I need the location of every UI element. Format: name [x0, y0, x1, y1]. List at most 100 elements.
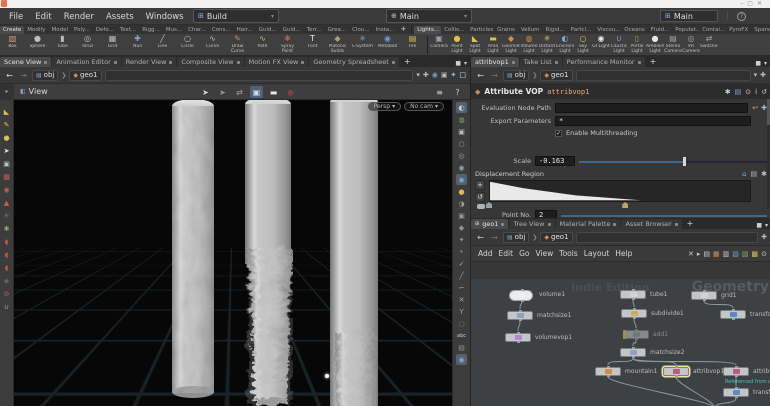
tab-close-icon[interactable] [638, 61, 641, 64]
forward-button[interactable]: → [489, 71, 500, 80]
tab-close-icon[interactable] [613, 223, 616, 226]
objects-icon[interactable]: ▣ [441, 71, 448, 79]
jump-arrow-icon[interactable]: ↩ [752, 104, 758, 112]
viewport-canvas[interactable]: Persp▾ No cam▾ [14, 100, 452, 406]
pane-tab-render-view[interactable]: Render View [122, 57, 177, 67]
list-icon[interactable]: ▤ [703, 250, 710, 258]
shelf-tab-mus[interactable]: Mus... [163, 26, 185, 34]
shelf-tab-guid[interactable]: Guid... [256, 26, 280, 34]
character-icon[interactable]: ✦ [451, 71, 457, 79]
select-arrow-icon[interactable]: ➤ [1, 145, 12, 156]
node-subdivide1[interactable] [621, 309, 647, 318]
disable-snap-icon[interactable]: ⊘ [1, 288, 12, 299]
shelf-tab-particles[interactable]: Particles [467, 26, 494, 34]
pane-tab-tree-view[interactable]: Tree View [509, 219, 554, 229]
ramp-point-1[interactable] [622, 202, 628, 208]
shelf-tool-box[interactable]: ▧Box [0, 34, 25, 55]
tools-icon[interactable]: ✕ [688, 250, 694, 258]
view-pane-icon[interactable]: ▬ [267, 86, 280, 98]
back-button[interactable]: ← [475, 71, 486, 80]
arc-snap-icon[interactable]: ∪ [1, 301, 12, 312]
shelf-tool-spray-paint[interactable]: ✱Spray Paint [275, 34, 300, 55]
info-icon[interactable]: i [755, 88, 757, 96]
shelf-tab-modify[interactable]: Modify [24, 26, 48, 34]
tab-close-icon[interactable] [301, 61, 304, 64]
notes-icon[interactable]: ▩ [752, 250, 759, 258]
pane-corner-controls[interactable]: ■▾ [455, 60, 470, 67]
tick-icon[interactable]: ✓ [456, 258, 467, 269]
multithreading-checkbox[interactable]: ✓ [555, 130, 562, 137]
shelf-tab-populat[interactable]: Populat... [672, 26, 699, 34]
shelf-tool-volume-light[interactable]: ◍Volume Light [520, 34, 538, 55]
network-menu-tools[interactable]: Tools [556, 249, 580, 258]
path-field[interactable] [105, 70, 414, 81]
flag-icon[interactable]: ▸ [697, 250, 701, 258]
node-mountain1[interactable] [595, 367, 621, 376]
shelf-tool-switcher[interactable]: ⇄Switcher [700, 34, 718, 55]
scale-slider[interactable] [579, 157, 767, 166]
multi-snap-icon[interactable]: ✳ [1, 210, 12, 221]
network-menu-view[interactable]: View [532, 249, 556, 258]
scene-selector[interactable]: ⊕ Main ▾ [386, 9, 472, 23]
node-transform1[interactable] [723, 388, 749, 397]
pane-tab-geometry-spreadsheet[interactable]: Geometry Spreadsheet [309, 57, 398, 67]
shelf-tab-pyrofx[interactable]: PyroFX [726, 26, 751, 34]
paint-select-icon[interactable]: ✎ [1, 119, 12, 130]
select-mode-icon[interactable]: ➤ [199, 86, 212, 98]
lasso-select-icon[interactable]: ◣ [1, 106, 12, 117]
shelf-tool-geometry-light[interactable]: ◆Geometry Light [502, 34, 520, 55]
pane-tab-performance-monitor[interactable]: Performance Monitor [563, 57, 645, 67]
shelf-tab-terr[interactable]: Terr... [304, 26, 325, 34]
find-icon[interactable]: ⊙ [761, 250, 767, 258]
shelf-tab-contai[interactable]: Contai... [699, 26, 726, 34]
node-grid1[interactable] [691, 291, 717, 300]
color-palette-icon[interactable]: ▨ [732, 250, 739, 258]
right-desktop-selector[interactable]: ⊞ Main [660, 10, 718, 22]
snap-point-icon[interactable]: ◉ [1, 184, 12, 195]
path-node-chip[interactable]: ◆geo1 [540, 232, 572, 243]
pane-tab-asset-browser[interactable]: Asset Browser [621, 219, 681, 229]
shelf-tab-defo[interactable]: Defo... [93, 26, 117, 34]
point-display-icon[interactable]: • [456, 246, 467, 257]
handles-icon[interactable]: ▣ [250, 86, 263, 98]
node-add1[interactable] [623, 330, 649, 339]
export-input[interactable]: * [555, 116, 751, 126]
shelf-tab-char[interactable]: Char... [185, 26, 209, 34]
shelf-tab-guid[interactable]: Guid... [280, 26, 304, 34]
pane-tab-take-list[interactable]: Take List [520, 57, 562, 67]
snap-grid-icon[interactable]: ▦ [1, 171, 12, 182]
shelf-tab-create[interactable]: Create [0, 26, 24, 34]
shelf-tool-camera[interactable]: ▣Camera [430, 34, 448, 55]
spreadsheet-icon[interactable]: ▤ [751, 170, 758, 178]
point-no-input[interactable]: 2 [535, 210, 557, 218]
shelf-tab-sparse[interactable]: Sparse... [751, 26, 770, 34]
eval-input[interactable] [555, 103, 748, 113]
pane-corner-controls[interactable]: ■▾ [756, 222, 770, 229]
record-icon[interactable]: ● [284, 86, 297, 98]
back-button[interactable]: ← [475, 233, 486, 242]
light-normal-icon[interactable]: ◎ [456, 150, 467, 161]
image-plane-icon[interactable]: ▤ [456, 342, 467, 353]
node-matchsize2[interactable] [620, 348, 646, 357]
particle-icon[interactable]: ✱ [1, 223, 12, 234]
magnet-prim-icon[interactable]: ◖ [1, 262, 12, 273]
menu-file[interactable]: File [4, 11, 28, 23]
shadow-icon[interactable]: ◑ [456, 198, 467, 209]
shelf-tool-area-light[interactable]: ▬Area Light [484, 34, 502, 55]
node-attribvop2[interactable] [723, 367, 749, 376]
bulb-icon[interactable]: ● [456, 186, 467, 197]
network-menu-go[interactable]: Go [516, 249, 532, 258]
ramp-point-0[interactable] [486, 202, 492, 208]
pane-tab-animation-editor[interactable]: Animation Editor [52, 57, 120, 67]
tab-close-icon[interactable] [512, 61, 515, 64]
shelf-tool-tube[interactable]: ▮Tube [50, 34, 75, 55]
pen-icon[interactable]: ╱ [456, 270, 467, 281]
dropdown-arrow-icon[interactable]: ▾ [416, 71, 420, 79]
tab-close-icon[interactable] [44, 61, 47, 64]
shelf-tool-ambient-light[interactable]: ●Ambient Light [646, 34, 664, 55]
tab-close-icon[interactable] [114, 61, 117, 64]
shelf-tool-draw-curve[interactable]: ✎Draw Curve [225, 34, 250, 55]
shelf-tool-line[interactable]: ╱Line [150, 34, 175, 55]
window-controls[interactable]: –▢✕ [740, 0, 766, 8]
close-button[interactable]: ✕ [757, 0, 766, 7]
